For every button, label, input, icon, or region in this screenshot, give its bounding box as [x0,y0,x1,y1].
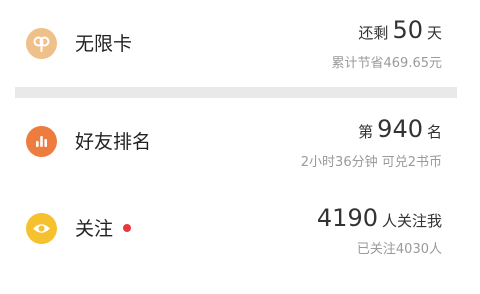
rank-suffix: 名 [426,123,442,141]
notification-dot [123,224,132,232]
remaining-days-number: 50 [392,16,423,44]
reading-time-text: 2小时36分钟 可兑2书币 [300,155,442,170]
infinity-card-label: 无限卡 [75,33,133,55]
bar-chart-icon [26,126,57,157]
followers-number: 4190 [316,204,378,232]
ranking-value: 第 940 名 [358,115,442,143]
followers-suffix: 人关注我 [381,212,442,230]
rank-prefix: 第 [358,123,374,141]
followers-value: 4190 人关注我 [317,204,442,232]
infinity-card-remaining: 还剩 50 天 [358,16,442,44]
friend-ranking-row[interactable]: 好友排名 第 940 名 2小时36分钟 可兑2书币 [0,98,480,188]
remaining-suffix: 天 [426,24,442,42]
follow-label-wrap: 关注 [75,218,132,240]
remaining-prefix: 还剩 [358,24,389,42]
profile-stats-panel: 无限卡 还剩 50 天 累计节省469.65元 好友排名 第 940 名 2小时36分钟… [0,0,480,294]
eye-icon [26,213,57,244]
infinity-card-icon [26,28,57,59]
friend-ranking-label: 好友排名 [75,131,152,153]
following-count-text: 已关注4030人 [356,242,442,257]
follow-row[interactable]: 关注 4190 人关注我 已关注4030人 [0,188,480,274]
section-divider [15,87,457,98]
follow-label: 关注 [75,218,114,240]
infinity-card-row[interactable]: 无限卡 还剩 50 天 累计节省469.65元 [0,0,480,87]
savings-text: 累计节省469.65元 [331,56,443,71]
rank-number: 940 [377,115,423,143]
